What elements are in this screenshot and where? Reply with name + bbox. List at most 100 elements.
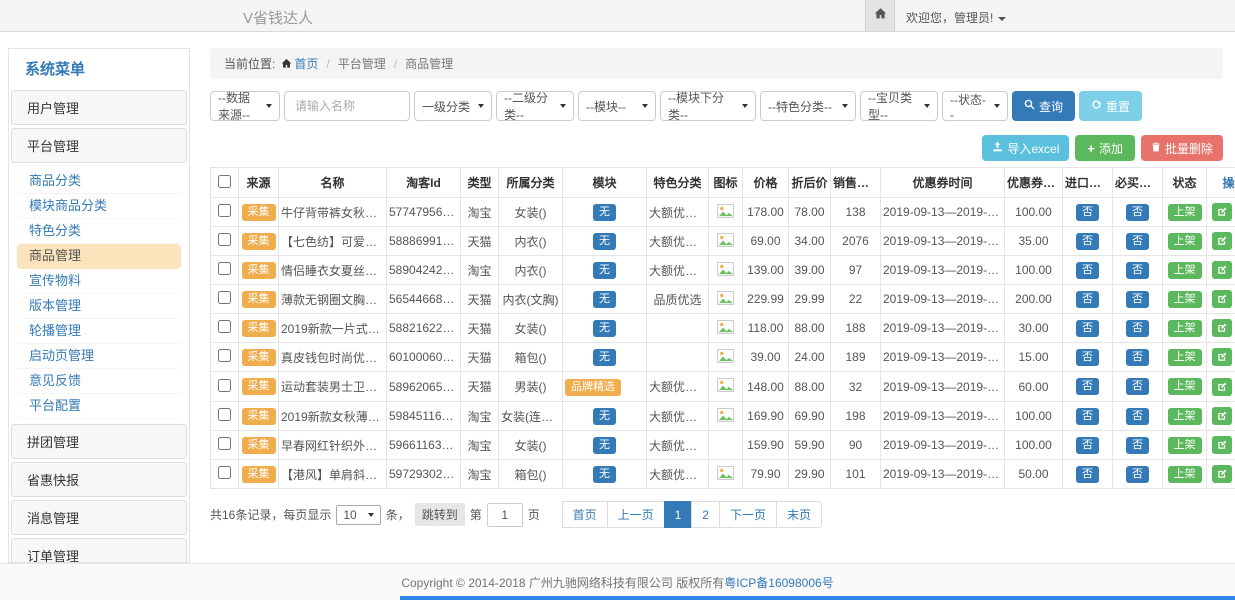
edit-button[interactable]: [1212, 407, 1232, 425]
row-checkbox[interactable]: [218, 408, 231, 421]
import-select-toggle[interactable]: 否: [1076, 233, 1099, 250]
reset-button[interactable]: 重置: [1079, 91, 1142, 121]
filter-select-level2-category[interactable]: --二级分类--: [496, 91, 574, 121]
row-checkbox[interactable]: [218, 437, 231, 450]
row-checkbox[interactable]: [218, 291, 231, 304]
page-button[interactable]: 2: [691, 501, 720, 528]
jump-button[interactable]: 跳转到: [415, 503, 465, 526]
edit-button[interactable]: [1212, 436, 1232, 454]
must-buy-toggle[interactable]: 否: [1126, 378, 1149, 395]
sidebar-submenu-item[interactable]: 特色分类: [17, 219, 181, 244]
sidebar-submenu-item[interactable]: 商品分类: [17, 169, 181, 194]
import-select-toggle[interactable]: 否: [1076, 408, 1099, 425]
edit-button[interactable]: [1212, 203, 1232, 221]
sidebar-group-item[interactable]: 省惠快报: [11, 462, 187, 497]
row-checkbox[interactable]: [218, 379, 231, 392]
status-badge[interactable]: 上架: [1168, 408, 1202, 425]
page-number-input[interactable]: [487, 503, 523, 527]
status-badge[interactable]: 上架: [1168, 378, 1202, 395]
filter-select-module[interactable]: --模块--: [578, 91, 656, 121]
page-button[interactable]: 首页: [562, 501, 608, 528]
status-badge[interactable]: 上架: [1168, 262, 1202, 279]
status-badge[interactable]: 上架: [1168, 437, 1202, 454]
page-button[interactable]: 1: [664, 501, 693, 528]
must-buy-toggle[interactable]: 否: [1126, 466, 1149, 483]
must-buy-toggle[interactable]: 否: [1126, 437, 1149, 454]
edit-button[interactable]: [1212, 319, 1232, 337]
filter-select-module-subcategory[interactable]: --模块下分类--: [660, 91, 756, 121]
add-button[interactable]: + 添加: [1075, 135, 1135, 161]
breadcrumb-separator: /: [326, 57, 329, 71]
must-buy-toggle[interactable]: 否: [1126, 291, 1149, 308]
sidebar-submenu-item[interactable]: 轮播管理: [17, 319, 181, 344]
import-select-toggle[interactable]: 否: [1076, 437, 1099, 454]
sidebar-submenu-item[interactable]: 平台配置: [17, 394, 181, 419]
sidebar-submenu-item[interactable]: 启动页管理: [17, 344, 181, 369]
must-buy-toggle[interactable]: 否: [1126, 408, 1149, 425]
import-select-toggle[interactable]: 否: [1076, 204, 1099, 221]
status-badge[interactable]: 上架: [1168, 233, 1202, 250]
import-select-toggle[interactable]: 否: [1076, 291, 1099, 308]
row-checkbox[interactable]: [218, 466, 231, 479]
must-buy-toggle[interactable]: 否: [1126, 320, 1149, 337]
icp-link[interactable]: 粤ICP备16098006号: [724, 574, 833, 591]
status-badge[interactable]: 上架: [1168, 291, 1202, 308]
row-checkbox[interactable]: [218, 349, 231, 362]
top-header-bar: V省钱达人 欢迎您，管理员!: [0, 0, 1235, 32]
edit-button[interactable]: [1212, 232, 1232, 250]
page-button[interactable]: 下一页: [719, 501, 777, 528]
row-checkbox[interactable]: [218, 233, 231, 246]
page-button[interactable]: 上一页: [607, 501, 665, 528]
sidebar-item-platform-management[interactable]: 平台管理: [11, 128, 187, 163]
sidebar-item-user-management[interactable]: 用户管理: [11, 90, 187, 125]
page-size-select[interactable]: 10: [336, 505, 380, 525]
name-search-input[interactable]: [284, 91, 410, 121]
import-select-toggle[interactable]: 否: [1076, 349, 1099, 366]
row-checkbox[interactable]: [218, 262, 231, 275]
must-buy-toggle[interactable]: 否: [1126, 349, 1149, 366]
page-button[interactable]: 末页: [776, 501, 822, 528]
batch-delete-button[interactable]: 批量删除: [1141, 135, 1223, 161]
sidebar-submenu-item[interactable]: 商品管理: [17, 244, 181, 269]
home-button[interactable]: [865, 0, 895, 31]
source-badge: 采集: [242, 262, 276, 279]
import-select-toggle[interactable]: 否: [1076, 320, 1099, 337]
must-buy-toggle[interactable]: 否: [1126, 233, 1149, 250]
breadcrumb-home-link[interactable]: 首页: [294, 57, 318, 71]
column-header: 图标: [709, 168, 743, 198]
edit-button[interactable]: [1212, 261, 1232, 279]
select-all-checkbox[interactable]: [218, 175, 231, 188]
filter-select-status[interactable]: --状态--: [942, 91, 1008, 121]
row-checkbox[interactable]: [218, 320, 231, 333]
sidebar-submenu-item[interactable]: 宣传物料: [17, 269, 181, 294]
must-buy-toggle[interactable]: 否: [1126, 262, 1149, 279]
sidebar-submenu-item[interactable]: 模块商品分类: [17, 194, 181, 219]
import-select-toggle[interactable]: 否: [1076, 378, 1099, 395]
must-buy-toggle[interactable]: 否: [1126, 204, 1149, 221]
import-select-toggle[interactable]: 否: [1076, 262, 1099, 279]
edit-button[interactable]: [1212, 378, 1232, 396]
import-excel-button[interactable]: 导入excel: [982, 135, 1069, 161]
search-button[interactable]: 查询: [1012, 91, 1075, 121]
filter-select-data-source[interactable]: --数据来源--: [210, 91, 280, 121]
sidebar-group-item[interactable]: 拼团管理: [11, 424, 187, 459]
column-header: 优惠券时间: [881, 168, 1005, 198]
filter-select-item-type[interactable]: --宝贝类型--: [860, 91, 938, 121]
status-badge[interactable]: 上架: [1168, 204, 1202, 221]
status-badge[interactable]: 上架: [1168, 466, 1202, 483]
sidebar-submenu-item[interactable]: 版本管理: [17, 294, 181, 319]
edit-button[interactable]: [1212, 348, 1232, 366]
edit-button[interactable]: [1212, 465, 1232, 483]
row-checkbox[interactable]: [218, 204, 231, 217]
sidebar-group-item[interactable]: 订单管理: [11, 538, 187, 563]
sidebar-submenu-item[interactable]: 意见反馈: [17, 369, 181, 394]
status-badge[interactable]: 上架: [1168, 320, 1202, 337]
import-select-toggle[interactable]: 否: [1076, 466, 1099, 483]
filter-select-feature-category[interactable]: --特色分类--: [760, 91, 856, 121]
status-badge[interactable]: 上架: [1168, 349, 1202, 366]
sidebar-group-item[interactable]: 消息管理: [11, 500, 187, 535]
filter-select-level1-category[interactable]: 一级分类: [414, 91, 492, 121]
chevron-down-icon: [266, 104, 272, 108]
edit-button[interactable]: [1212, 290, 1232, 308]
user-menu[interactable]: 欢迎您，管理员!: [906, 9, 1006, 26]
